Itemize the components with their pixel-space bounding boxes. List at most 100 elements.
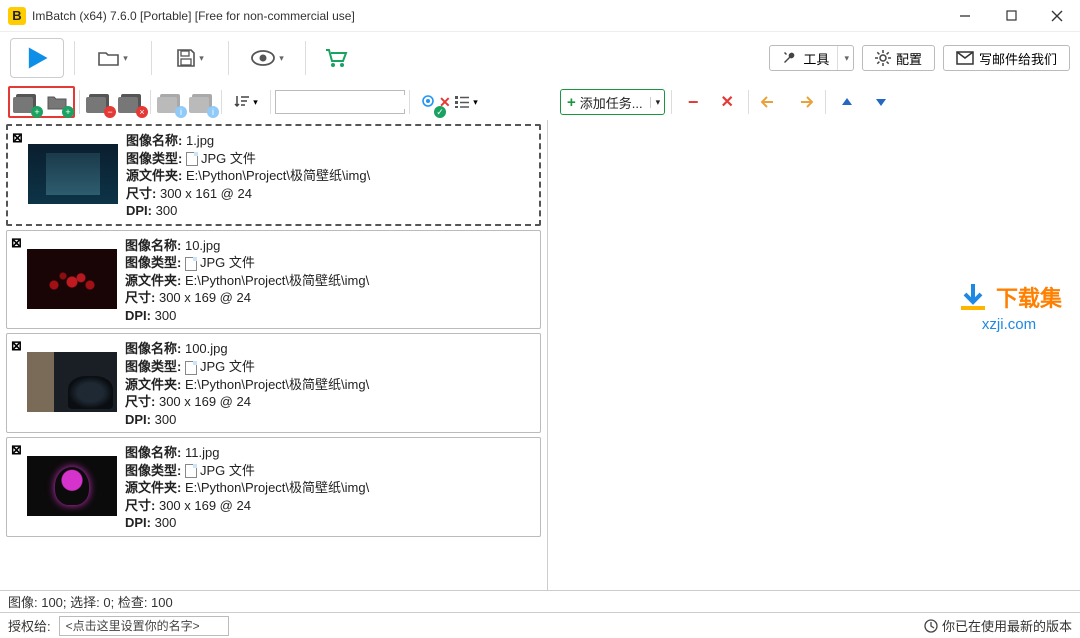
view-mode-dropdown[interactable]: ▾ bbox=[446, 88, 486, 116]
dpi-label: DPI: bbox=[125, 308, 151, 323]
checkbox-icon[interactable]: ⊠ bbox=[11, 235, 22, 251]
separator bbox=[270, 90, 271, 114]
sort-dropdown[interactable]: ▾ bbox=[226, 88, 266, 116]
chevron-down-icon: ▾ bbox=[837, 46, 849, 70]
move-up-button[interactable] bbox=[832, 88, 862, 116]
file-icon bbox=[186, 152, 198, 166]
remove-selected-button[interactable]: − bbox=[84, 88, 114, 116]
image-row[interactable]: ⊠图像名称: 11.jpg图像类型: JPG 文件源文件夹: E:\Python… bbox=[6, 437, 541, 537]
checkbox-icon[interactable]: ⊠ bbox=[12, 130, 23, 146]
separator bbox=[409, 90, 410, 114]
clock-icon bbox=[924, 619, 938, 633]
separator bbox=[221, 90, 222, 114]
filter-input[interactable] bbox=[280, 95, 435, 109]
image-dpi: 300 bbox=[155, 308, 177, 323]
gear-icon bbox=[875, 50, 891, 66]
file-icon bbox=[185, 257, 197, 271]
image-folder: E:\Python\Project\极简壁纸\img\ bbox=[185, 480, 369, 495]
dpi-label: DPI: bbox=[125, 515, 151, 530]
image-size: 300 x 169 @ 24 bbox=[159, 498, 251, 513]
cart-button[interactable] bbox=[316, 38, 356, 78]
chevron-down-icon: ▾ bbox=[473, 97, 478, 108]
minus-badge-icon: − bbox=[104, 106, 116, 118]
image-name: 100.jpg bbox=[185, 341, 228, 356]
checkbox-icon[interactable]: ⊠ bbox=[11, 442, 22, 458]
dpi-label: DPI: bbox=[126, 203, 152, 218]
file-icon bbox=[185, 361, 197, 375]
watermark-text-1: 下载集 bbox=[996, 281, 1062, 313]
add-images-button[interactable]: + bbox=[11, 88, 41, 116]
separator bbox=[151, 41, 152, 75]
download-icon bbox=[956, 280, 990, 314]
app-icon: B bbox=[8, 7, 26, 25]
undo-button[interactable] bbox=[755, 88, 785, 116]
config-label: 配置 bbox=[896, 49, 922, 68]
image-name: 1.jpg bbox=[186, 133, 214, 148]
checkbox-icon[interactable]: ⊠ bbox=[11, 338, 22, 354]
watermark: 下载集 xzji.com bbox=[956, 280, 1062, 333]
image-type: JPG 文件 bbox=[200, 359, 255, 374]
image-dpi: 300 bbox=[155, 515, 177, 530]
type-label: 图像类型: bbox=[126, 151, 182, 166]
plus-icon: + bbox=[567, 94, 576, 111]
image-info: 图像名称: 11.jpg图像类型: JPG 文件源文件夹: E:\Python\… bbox=[125, 442, 369, 532]
remove-task-button[interactable]: − bbox=[678, 88, 708, 116]
image-folder: E:\Python\Project\极简壁纸\img\ bbox=[186, 168, 370, 183]
redo-button[interactable] bbox=[789, 88, 819, 116]
mail-icon bbox=[956, 51, 974, 65]
email-us-label: 写邮件给我们 bbox=[979, 49, 1057, 68]
remove-all-button[interactable]: × bbox=[116, 88, 146, 116]
x-badge-icon: × bbox=[136, 106, 148, 118]
image-folder: E:\Python\Project\极简壁纸\img\ bbox=[185, 273, 369, 288]
tools-button[interactable]: 工具 ▾ bbox=[769, 45, 854, 71]
thumbnail bbox=[28, 144, 118, 204]
type-label: 图像类型: bbox=[125, 359, 181, 374]
image-list[interactable]: ⊠图像名称: 1.jpg图像类型: JPG 文件源文件夹: E:\Python\… bbox=[0, 120, 547, 590]
separator bbox=[825, 90, 826, 114]
size-label: 尺寸: bbox=[125, 290, 155, 305]
add-task-button[interactable]: + 添加任务... ▾ bbox=[560, 89, 665, 115]
type-label: 图像类型: bbox=[125, 255, 181, 270]
check-button-1[interactable]: i bbox=[155, 88, 185, 116]
thumbnail bbox=[27, 249, 117, 309]
thumbnail bbox=[27, 352, 117, 412]
folder-label: 源文件夹: bbox=[126, 168, 182, 183]
image-type: JPG 文件 bbox=[200, 463, 255, 478]
clear-tasks-button[interactable]: ✕ bbox=[712, 88, 742, 116]
image-size: 300 x 161 @ 24 bbox=[160, 186, 252, 201]
license-name-input[interactable]: <点击这里设置你的名字> bbox=[59, 616, 229, 636]
image-row[interactable]: ⊠图像名称: 100.jpg图像类型: JPG 文件源文件夹: E:\Pytho… bbox=[6, 333, 541, 433]
save-dropdown[interactable]: ▾ bbox=[162, 38, 218, 78]
folder-label: 源文件夹: bbox=[125, 377, 181, 392]
move-down-button[interactable] bbox=[866, 88, 896, 116]
info-badge-icon: i bbox=[175, 106, 187, 118]
image-name: 10.jpg bbox=[185, 238, 220, 253]
status-counts: 图像: 100; 选择: 0; 检查: 100 bbox=[8, 592, 173, 611]
highlighted-add-buttons: + + bbox=[8, 86, 75, 118]
add-task-label: 添加任务... bbox=[580, 93, 643, 112]
settings-check-button[interactable]: ✓ bbox=[414, 88, 444, 116]
image-dpi: 300 bbox=[156, 203, 178, 218]
open-dropdown[interactable]: ▾ bbox=[85, 38, 141, 78]
licensed-to-label: 授权给: bbox=[8, 616, 51, 635]
image-name: 11.jpg bbox=[185, 445, 219, 460]
close-button[interactable] bbox=[1034, 0, 1080, 32]
image-row[interactable]: ⊠图像名称: 10.jpg图像类型: JPG 文件源文件夹: E:\Python… bbox=[6, 230, 541, 330]
thumbnail bbox=[27, 456, 117, 516]
minimize-button[interactable] bbox=[942, 0, 988, 32]
check-button-2[interactable]: i bbox=[187, 88, 217, 116]
preview-dropdown[interactable]: ▾ bbox=[239, 38, 295, 78]
name-label: 图像名称: bbox=[125, 341, 181, 356]
config-button[interactable]: 配置 bbox=[862, 45, 935, 71]
add-folder-button[interactable]: + bbox=[42, 88, 72, 116]
folder-label: 源文件夹: bbox=[125, 480, 181, 495]
run-button[interactable] bbox=[10, 38, 64, 78]
email-us-button[interactable]: 写邮件给我们 bbox=[943, 45, 1070, 71]
image-row[interactable]: ⊠图像名称: 1.jpg图像类型: JPG 文件源文件夹: E:\Python\… bbox=[6, 124, 541, 226]
separator bbox=[748, 90, 749, 114]
watermark-text-2: xzji.com bbox=[956, 316, 1062, 333]
image-dpi: 300 bbox=[155, 412, 177, 427]
image-type: JPG 文件 bbox=[200, 255, 255, 270]
maximize-button[interactable] bbox=[988, 0, 1034, 32]
separator bbox=[305, 41, 306, 75]
